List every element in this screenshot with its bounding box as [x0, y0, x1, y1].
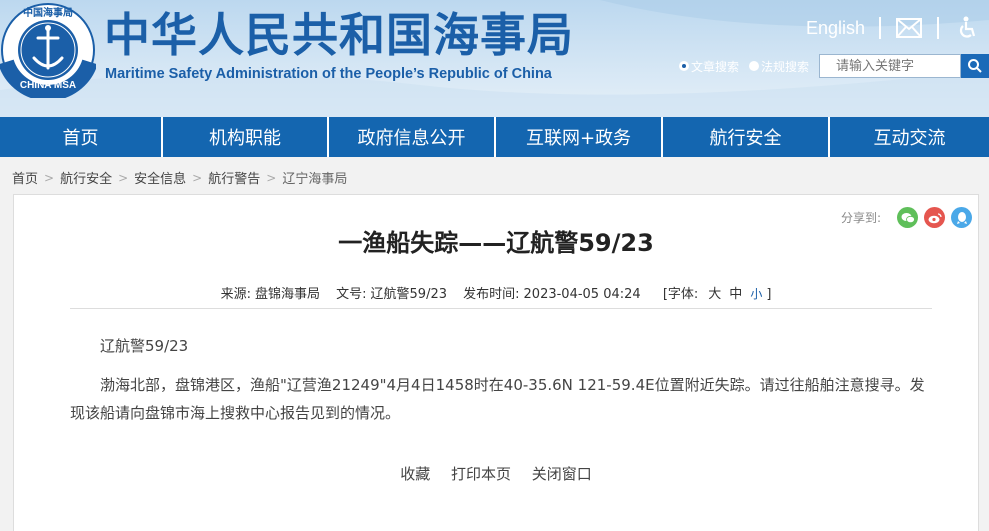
search-input[interactable] — [819, 54, 961, 78]
article-paragraph: 辽航警59/23 — [100, 337, 189, 355]
favorite-button[interactable]: 收藏 — [400, 465, 430, 483]
doc-no-value: 辽航警59/23 — [370, 287, 447, 302]
radio-icon — [748, 61, 759, 71]
breadcrumb-item[interactable]: 航行安全 — [60, 168, 112, 187]
article-body: 辽航警59/23 渤海北部，盘锦港区，渔船"辽营渔21249"4月4日1458时… — [70, 329, 932, 427]
publish-time-field: 发布时间: 2023-04-05 04:24 — [463, 287, 641, 302]
site-header: 中国海事局 CHINA MSA 中华人民共和国海事局 Maritime Safe… — [0, 0, 989, 117]
search-option-article[interactable]: 文章搜索 — [678, 58, 739, 75]
breadcrumb-item[interactable]: 航行警告 — [208, 168, 260, 187]
accessibility-icon[interactable] — [953, 14, 981, 42]
breadcrumb-item[interactable]: 安全信息 — [134, 168, 186, 187]
search-option-regulation[interactable]: 法规搜索 — [748, 58, 809, 75]
mail-icon[interactable] — [895, 14, 923, 42]
main-nav: 首页 机构职能 政府信息公开 互联网+政务 航行安全 互动交流 — [0, 117, 989, 157]
divider — [937, 17, 939, 39]
divider — [70, 308, 932, 309]
search-option-label: 法规搜索 — [760, 59, 809, 74]
top-links: English — [806, 14, 981, 42]
font-size-small-button[interactable]: 小 — [750, 287, 762, 301]
logo-bottom-text: CHINA MSA — [20, 80, 76, 91]
article-card: 分享到: 一渔船失踪——辽航警59/23 来源: 盘锦海事局 文号: 辽航警59/2… — [13, 194, 979, 531]
breadcrumb: 首页 > 航行安全 > 安全信息 > 航行警告 > 辽宁海事局 — [12, 168, 347, 188]
article-paragraph: 渤海北部，盘锦港区，渔船"辽营渔21249"4月4日1458时在40-35.6N… — [70, 376, 925, 422]
chevron-right-icon: > — [266, 170, 277, 185]
article-title: 一渔船失踪——辽航警59/23 — [338, 229, 654, 257]
font-size-medium-button[interactable]: 中 — [729, 287, 742, 302]
chevron-right-icon: > — [44, 170, 55, 185]
font-size-control: [字体: 大中小] — [663, 287, 772, 302]
chevron-right-icon: > — [192, 170, 203, 185]
search-bar: 文章搜索 法规搜索 — [678, 54, 989, 78]
chevron-right-icon: > — [118, 170, 129, 185]
nav-item-functions[interactable]: 机构职能 — [163, 117, 329, 157]
font-size-large-button[interactable]: 大 — [708, 287, 721, 302]
search-icon — [968, 59, 982, 73]
publish-time-value: 2023-04-05 04:24 — [523, 287, 641, 302]
logo-top-text: 中国海事局 — [23, 6, 73, 19]
print-button[interactable]: 打印本页 — [451, 465, 511, 483]
close-window-button[interactable]: 关闭窗口 — [532, 465, 592, 483]
doc-no-label: 文号: — [336, 287, 367, 302]
nav-item-interaction[interactable]: 互动交流 — [830, 117, 989, 157]
site-subtitle: Maritime Safety Administration of the Pe… — [105, 66, 552, 82]
article-actions: 收藏 打印本页 关闭窗口 — [14, 463, 978, 484]
site-title: 中华人民共和国海事局 — [104, 8, 574, 62]
divider — [879, 17, 881, 39]
nav-item-home[interactable]: 首页 — [0, 117, 163, 157]
source-value: 盘锦海事局 — [254, 287, 320, 302]
breadcrumb-item[interactable]: 首页 — [12, 168, 38, 187]
source-label: 来源: — [220, 287, 251, 302]
radio-selected-icon — [678, 61, 689, 71]
publish-time-label: 发布时间: — [463, 287, 520, 302]
china-msa-logo: 中国海事局 CHINA MSA — [0, 3, 96, 98]
search-option-label: 文章搜索 — [690, 59, 739, 74]
font-size-bracket: ] — [766, 287, 772, 302]
article-meta: 来源: 盘锦海事局 文号: 辽航警59/23 发布时间: 2023-04-05 04:… — [14, 283, 978, 302]
nav-item-gov-info[interactable]: 政府信息公开 — [329, 117, 496, 157]
doc-no-field: 文号: 辽航警59/23 — [336, 287, 447, 302]
font-size-label: [字体: — [662, 287, 699, 302]
english-link[interactable]: English — [806, 18, 865, 39]
search-button[interactable] — [961, 54, 989, 78]
nav-item-navigation-safety[interactable]: 航行安全 — [663, 117, 830, 157]
breadcrumb-item-current[interactable]: 辽宁海事局 — [282, 168, 347, 187]
source-field: 来源: 盘锦海事局 — [221, 287, 320, 302]
nav-item-internet-gov[interactable]: 互联网+政务 — [496, 117, 663, 157]
